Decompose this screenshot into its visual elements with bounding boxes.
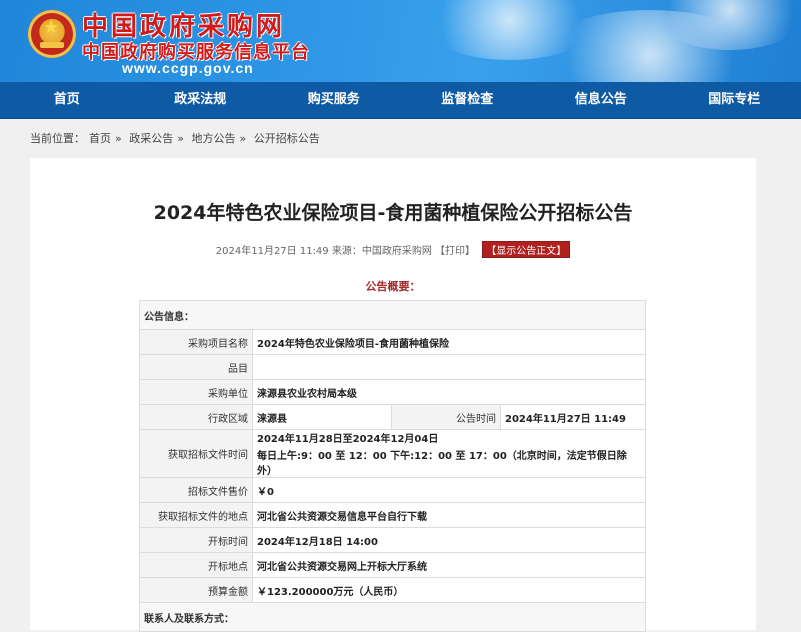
breadcrumb-item-home[interactable]: 首页 — [89, 132, 111, 145]
article-meta-text: 2024年11月27日 11:49 来源：中国政府采购网 — [216, 246, 432, 257]
value-announce-time: 2024年11月27日 11:49 — [501, 405, 646, 430]
article-meta: 2024年11月27日 11:49 来源：中国政府采购网 【打印】 【显示公告正… — [30, 241, 756, 258]
value-budget: ￥123.200000万元（人民币） — [253, 578, 646, 603]
table-row: 品目 — [140, 355, 646, 380]
value-project-name: 2024年特色农业保险项目-食用菌种植保险 — [253, 330, 646, 355]
breadcrumb-item-announcements[interactable]: 政采公告 — [129, 132, 173, 145]
breadcrumb-separator: » — [239, 132, 246, 145]
label-item: 品目 — [140, 355, 253, 380]
value-fetch-time-line1: 2024年11月28日至2024年12月04日 — [257, 434, 438, 445]
breadcrumb-item-open-tender[interactable]: 公开招标公告 — [254, 132, 320, 145]
main-nav: 首页 政采法规 购买服务 监督检查 信息公告 国际专栏 — [0, 82, 801, 119]
label-purchaser: 采购单位 — [140, 380, 253, 405]
show-full-text-button[interactable]: 【显示公告正文】 — [482, 241, 570, 258]
value-item — [253, 355, 646, 380]
value-open-time: 2024年12月18日 14:00 — [253, 528, 646, 553]
label-open-time: 开标时间 — [140, 528, 253, 553]
table-row: 获取招标文件的地点 河北省公共资源交易信息平台自行下载 — [140, 503, 646, 528]
table-row: 采购单位 涞源县农业农村局本级 — [140, 380, 646, 405]
summary-heading: 公告概要： — [30, 278, 756, 294]
nav-item-home[interactable]: 首页 — [0, 82, 134, 118]
breadcrumb-separator: » — [177, 132, 184, 145]
breadcrumb: 当前位置： 首页 » 政采公告 » 地方公告 » 公开招标公告 — [0, 119, 801, 159]
section-contact-info: 联系人及联系方式： — [140, 603, 646, 632]
breadcrumb-separator: » — [115, 132, 122, 145]
breadcrumb-item-local[interactable]: 地方公告 — [191, 132, 235, 145]
table-row: 公告信息： — [140, 301, 646, 330]
table-row: 行政区域 涞源县 公告时间 2024年11月27日 11:49 — [140, 405, 646, 430]
value-fetch-time-line2: 每日上午:9：00 至 12：00 下午:12：00 至 17：00（北京时间，… — [257, 447, 641, 477]
label-announce-time: 公告时间 — [392, 405, 501, 430]
table-row: 预算金额 ￥123.200000万元（人民币） — [140, 578, 646, 603]
national-emblem-icon[interactable]: ★ — [28, 10, 76, 58]
table-row: 联系人及联系方式： — [140, 603, 646, 632]
label-budget: 预算金额 — [140, 578, 253, 603]
label-fetch-place: 获取招标文件的地点 — [140, 503, 253, 528]
value-open-place: 河北省公共资源交易网上开标大厅系统 — [253, 553, 646, 578]
nav-item-supervision[interactable]: 监督检查 — [401, 82, 535, 118]
nav-item-services[interactable]: 购买服务 — [267, 82, 401, 118]
label-open-place: 开标地点 — [140, 553, 253, 578]
nav-item-regulations[interactable]: 政采法规 — [134, 82, 268, 118]
site-header: ★ 中国政府采购网 中国政府购买服务信息平台 www.ccgp.gov.cn — [0, 0, 801, 82]
label-price: 招标文件售价 — [140, 478, 253, 503]
site-url: www.ccgp.gov.cn — [122, 60, 254, 76]
value-fetch-place: 河北省公共资源交易信息平台自行下载 — [253, 503, 646, 528]
value-purchaser: 涞源县农业农村局本级 — [253, 380, 646, 405]
article-card: 2024年特色农业保险项目-食用菌种植保险公开招标公告 2024年11月27日 … — [30, 158, 756, 630]
label-region: 行政区域 — [140, 405, 253, 430]
table-row: 采购项目名称 2024年特色农业保险项目-食用菌种植保险 — [140, 330, 646, 355]
value-region: 涞源县 — [253, 405, 392, 430]
value-price: ￥0 — [253, 478, 646, 503]
table-row: 招标文件售价 ￥0 — [140, 478, 646, 503]
label-fetch-time: 获取招标文件时间 — [140, 430, 253, 478]
label-project-name: 采购项目名称 — [140, 330, 253, 355]
table-row: 开标时间 2024年12月18日 14:00 — [140, 528, 646, 553]
nav-item-international[interactable]: 国际专栏 — [668, 82, 801, 118]
nav-item-announcements[interactable]: 信息公告 — [534, 82, 668, 118]
table-row: 开标地点 河北省公共资源交易网上开标大厅系统 — [140, 553, 646, 578]
announcement-info-table: 公告信息： 采购项目名称 2024年特色农业保险项目-食用菌种植保险 品目 采购… — [139, 300, 646, 632]
table-row: 获取招标文件时间 2024年11月28日至2024年12月04日 每日上午:9：… — [140, 430, 646, 478]
value-fetch-time: 2024年11月28日至2024年12月04日 每日上午:9：00 至 12：0… — [253, 430, 646, 478]
section-announce-info: 公告信息： — [140, 301, 646, 330]
breadcrumb-prefix: 当前位置： — [30, 132, 85, 145]
article-title: 2024年特色农业保险项目-食用菌种植保险公开招标公告 — [30, 198, 756, 225]
print-link[interactable]: 【打印】 — [435, 246, 475, 257]
